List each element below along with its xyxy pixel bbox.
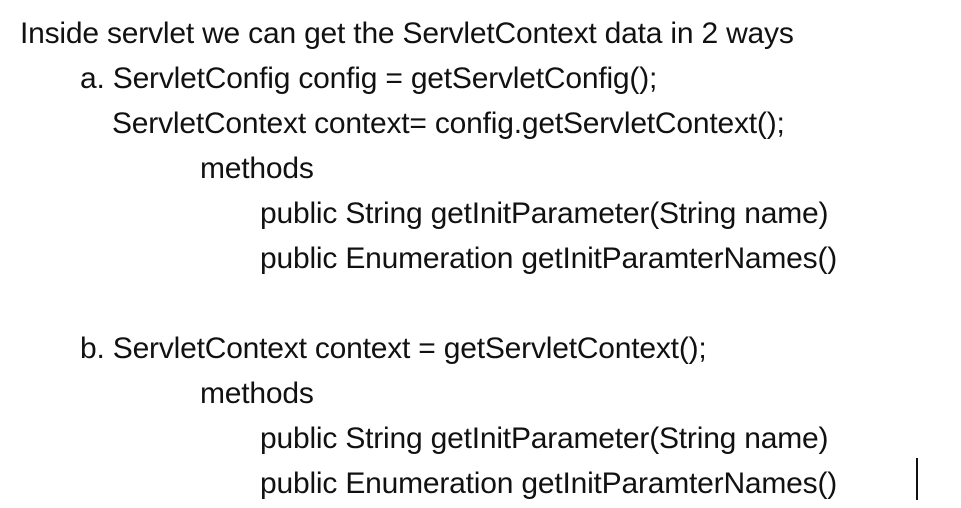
option-a-config-line: a. ServletConfig config = getServletConf… [80, 62, 658, 95]
slide-heading: Inside servlet we can get the ServletCon… [20, 17, 794, 50]
option-b-method-get-init-parameter-names: public Enumeration getInitParamterNames(… [260, 467, 838, 500]
option-a-method-get-init-parameter: public String getInitParameter(String na… [260, 197, 829, 230]
slide-content: Inside servlet we can get the ServletCon… [0, 0, 961, 508]
option-a-context-line: ServletContext context= config.getServle… [112, 107, 785, 140]
option-b-method-get-init-parameter: public String getInitParameter(String na… [260, 422, 829, 455]
option-a-methods-label: methods [200, 152, 314, 185]
option-b-methods-label: methods [200, 377, 314, 410]
option-b-context-line: b. ServletContext context = getServletCo… [80, 332, 707, 365]
text-caret [916, 458, 918, 500]
option-a-method-get-init-parameter-names: public Enumeration getInitParamterNames(… [260, 242, 838, 275]
